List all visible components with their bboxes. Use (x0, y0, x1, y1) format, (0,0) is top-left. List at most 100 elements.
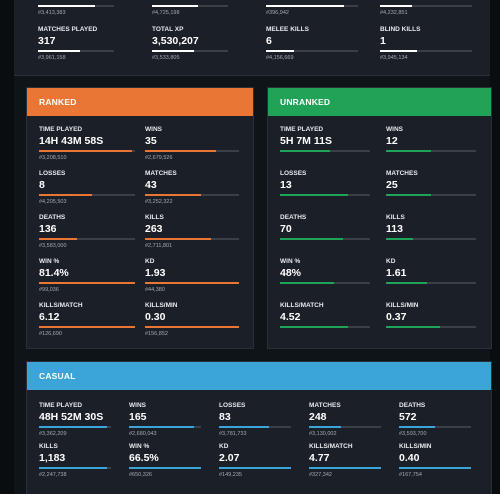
stat-bar-fill (129, 467, 201, 469)
stat-value: 0.30 (145, 311, 166, 323)
stat-bar (386, 194, 476, 196)
stat-bar (145, 326, 239, 328)
stat-label: WINS (129, 402, 146, 409)
unranked-panel: UNRANKED TIME PLAYED 5H 7M 11S WINS 12 LOSSE… (267, 87, 492, 349)
stat-label: KILLS (39, 443, 58, 450)
stat-label: LOSSES (39, 170, 66, 177)
stat-bar-fill (145, 326, 239, 328)
stat-label: DEATHS (39, 214, 66, 221)
unranked-stat: KILLS/MATCH 4.52 (280, 302, 370, 328)
stat-rank: #2,711,801 (145, 243, 173, 249)
stat-value: 48H 52M 30S (39, 411, 104, 423)
stat-rank: #3,961,158 (38, 55, 66, 61)
stat-label: TOTAL XP (152, 26, 184, 33)
stat-label: KILLS/MIN (145, 302, 178, 309)
stat-bar (280, 194, 370, 196)
stat-bar (399, 426, 471, 428)
casual-stat: WIN % 66.5% #650,326 (129, 443, 201, 479)
stat-label: WIN % (129, 443, 150, 450)
stat-bar-fill (386, 194, 431, 196)
stat-label: KILLS/MATCH (309, 443, 353, 450)
stat-rank: #650,326 (129, 472, 152, 478)
stat-label: MELEE KILLS (266, 26, 309, 33)
stat-value: 66.5% (129, 452, 159, 464)
stat-bar (39, 282, 135, 284)
stat-bar-fill (219, 426, 270, 428)
stat-label: TIME PLAYED (39, 126, 83, 133)
stat-bar-fill (39, 282, 135, 284)
overview-card: #3,413,383 #4,725,198 #396,942 #4,232,85… (14, 0, 490, 76)
stat-rank: #3,413,383 (38, 10, 66, 16)
unranked-stat: LOSSES 13 (280, 170, 370, 196)
casual-stat: DEATHS 572 #3,593,700 (399, 402, 471, 438)
stat-bar (219, 426, 291, 428)
stat-bar (39, 150, 135, 152)
stat-bar-fill (280, 194, 348, 196)
stat-value: 317 (38, 35, 56, 47)
unranked-stat: TIME PLAYED 5H 7M 11S (280, 126, 370, 152)
overview-stat: #4,232,851 (380, 2, 472, 17)
stat-bar (39, 194, 135, 196)
stat-label: KILLS/MIN (399, 443, 432, 450)
stat-bar (380, 5, 472, 7)
casual-title: CASUAL (39, 371, 76, 381)
stat-bar (219, 467, 291, 469)
stat-value: 136 (39, 223, 57, 235)
stat-value: 572 (399, 411, 417, 423)
stat-value: 70 (280, 223, 292, 235)
stat-bar (145, 194, 239, 196)
stat-label: LOSSES (219, 402, 246, 409)
stat-bar (280, 326, 370, 328)
stat-value: 2.07 (219, 452, 240, 464)
stat-label: KILLS/MIN (386, 302, 419, 309)
stat-rank: #396,942 (266, 10, 289, 16)
stat-bar (145, 150, 239, 152)
ranked-stat: MATCHES 43 #3,252,322 (145, 170, 239, 206)
stat-bar (38, 5, 114, 7)
overview-stat-matches-played: MATCHES PLAYED 317 #3,961,158 (38, 26, 114, 62)
stat-value: 48% (280, 267, 302, 279)
stat-rank: #2,247,738 (39, 472, 67, 478)
stat-bar (309, 426, 381, 428)
stat-bar (399, 467, 471, 469)
stat-label: WINS (386, 126, 403, 133)
stat-bar (386, 282, 476, 284)
unranked-stat: WINS 12 (386, 126, 476, 152)
unranked-stat: KILLS/MIN 0.37 (386, 302, 476, 328)
ranked-stat: LOSSES 8 #4,205,503 (39, 170, 135, 206)
stat-rank: #2,679,526 (145, 155, 173, 161)
stat-value: 8 (39, 179, 45, 191)
stat-value: 4.77 (309, 452, 330, 464)
stat-bar-fill (309, 426, 342, 428)
stat-bar (380, 50, 472, 52)
stat-bar (129, 467, 201, 469)
stat-rank: #327,342 (309, 472, 332, 478)
stat-label: DEATHS (399, 402, 426, 409)
stat-bar-fill (386, 282, 427, 284)
overview-stat: #4,725,198 (152, 2, 228, 17)
stat-value: 1.61 (386, 267, 407, 279)
unranked-stat: WIN % 48% (280, 258, 370, 284)
unranked-stat: KD 1.61 (386, 258, 476, 284)
stat-bar (152, 50, 228, 52)
stat-value: 5H 7M 11S (280, 135, 332, 147)
stat-rank: #4,156,669 (266, 55, 294, 61)
casual-stat: KILLS 1,183 #2,247,738 (39, 443, 111, 479)
stat-rank: #2,680,043 (129, 431, 157, 437)
stat-bar (386, 326, 476, 328)
stat-value: 1.93 (145, 267, 166, 279)
stat-bar (145, 282, 239, 284)
stat-bar (39, 467, 111, 469)
stat-value: 6.12 (39, 311, 60, 323)
stat-rank: #44,380 (145, 287, 165, 293)
stat-label: MATCHES (386, 170, 418, 177)
stat-bar (280, 282, 370, 284)
overview-stat-total-xp: TOTAL XP 3,530,207 #3,533,805 (152, 26, 228, 62)
stat-value: 25 (386, 179, 398, 191)
stat-value: 43 (145, 179, 157, 191)
stat-rank: #149,235 (219, 472, 242, 478)
stat-bar-fill (386, 150, 431, 152)
ranked-stat: WINS 35 #2,679,526 (145, 126, 239, 162)
stat-bar-fill (386, 326, 440, 328)
stat-value: 83 (219, 411, 231, 423)
